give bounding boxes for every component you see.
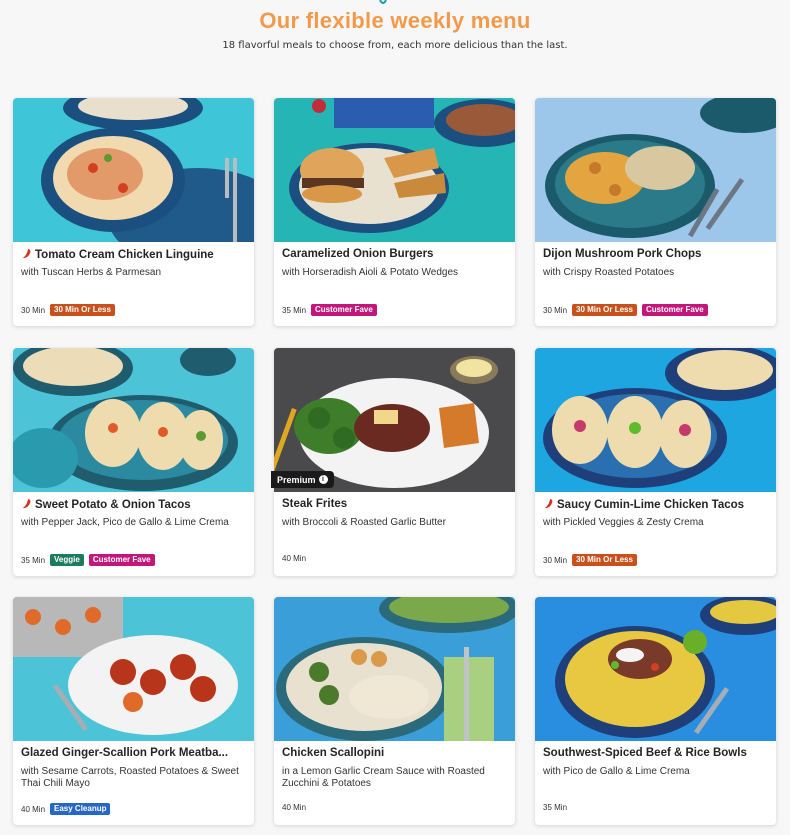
- recipe-meta: 35 Min Customer Fave: [282, 304, 377, 316]
- badge-30-min-or-less: 30 Min Or Less: [572, 554, 637, 566]
- recipe-title[interactable]: Steak Frites: [282, 498, 510, 510]
- recipe-card[interactable]: Sweet Potato & Onion Tacos with Pepper J…: [13, 348, 254, 576]
- recipe-subtitle: with Broccoli & Roasted Garlic Butter: [282, 517, 446, 528]
- recipe-subtitle: with Tuscan Herbs & Parmesan: [21, 267, 162, 278]
- recipe-subtitle: with Pepper Jack, Pico de Gallo & Lime C…: [21, 517, 229, 528]
- recipe-meta: 40 Min Easy Cleanup: [21, 803, 111, 815]
- recipe-subtitle: with Crispy Roasted Potatoes: [543, 267, 675, 278]
- recipe-card[interactable]: Dijon Mushroom Pork Chops with Crispy Ro…: [535, 98, 776, 326]
- badge-customer-fave: Customer Fave: [88, 554, 155, 566]
- cook-time: 35 Min: [21, 555, 46, 565]
- page-title: Our flexible weekly menu: [259, 8, 531, 33]
- recipe-image[interactable]: [535, 348, 776, 492]
- recipe-meta: 40 Min: [282, 803, 306, 812]
- badge-easy-cleanup: Easy Cleanup: [50, 803, 111, 815]
- recipe-image[interactable]: [535, 98, 776, 242]
- recipe-image[interactable]: [535, 597, 776, 741]
- recipe-meta: 30 Min 30 Min Or Less: [543, 554, 637, 566]
- badge-30-min-or-less: 30 Min Or Less: [572, 304, 637, 316]
- recipe-title[interactable]: Chicken Scallopini: [282, 747, 510, 759]
- recipe-subtitle: with Horseradish Aioli & Potato Wedges: [282, 267, 459, 278]
- recipe-photo-icon: [535, 597, 776, 741]
- info-icon[interactable]: i: [318, 475, 328, 484]
- recipe-card[interactable]: Southwest-Spiced Beef & Rice Bowls with …: [535, 597, 776, 825]
- recipe-meta: 30 Min 30 Min Or Less: [21, 304, 115, 316]
- recipe-meta: 35 Min Veggie Customer Fave: [21, 554, 155, 566]
- recipe-title[interactable]: Dijon Mushroom Pork Chops: [543, 248, 771, 260]
- recipe-card[interactable]: Glazed Ginger-Scallion Pork Meatba... wi…: [13, 597, 254, 825]
- recipe-title[interactable]: Sweet Potato & Onion Tacos: [21, 498, 249, 511]
- badge-veggie: Veggie: [50, 554, 84, 566]
- recipe-photo-icon: [13, 98, 254, 242]
- recipe-title[interactable]: Caramelized Onion Burgers: [282, 248, 510, 260]
- recipe-card[interactable]: Steak Frites with Broccoli & Roasted Gar…: [274, 348, 515, 576]
- spicy-chili-icon: [22, 248, 31, 259]
- recipe-card[interactable]: Chicken Scallopini in a Lemon Garlic Cre…: [274, 597, 515, 825]
- recipe-subtitle: in a Lemon Garlic Cream Sauce with Roast…: [282, 766, 485, 789]
- badge-customer-fave: Customer Fave: [641, 304, 708, 316]
- premium-tag[interactable]: Premium i: [271, 471, 334, 488]
- recipe-image[interactable]: [274, 597, 515, 741]
- recipe-image[interactable]: [13, 98, 254, 242]
- cook-time: 30 Min: [543, 555, 568, 565]
- recipe-subtitle: with Pickled Veggies & Zesty Crema: [543, 517, 704, 528]
- cook-time: 40 Min: [282, 554, 307, 563]
- recipe-meta: 35 Min: [543, 803, 567, 812]
- recipe-photo-icon: [535, 348, 776, 492]
- cook-time: 35 Min: [282, 305, 307, 315]
- recipe-card[interactable]: Tomato Cream Chicken Linguine with Tusca…: [13, 98, 254, 326]
- recipe-card[interactable]: Caramelized Onion Burgers with Horseradi…: [274, 98, 515, 326]
- recipe-image[interactable]: [274, 98, 515, 242]
- recipe-title[interactable]: Glazed Ginger-Scallion Pork Meatba...: [21, 747, 249, 759]
- badge-30-min-or-less: 30 Min Or Less: [50, 304, 115, 316]
- recipe-photo-icon: [535, 98, 776, 242]
- badge-customer-fave: Customer Fave: [311, 304, 377, 316]
- page-subtitle: 18 flavorful meals to choose from, each …: [222, 40, 568, 51]
- recipe-subtitle: with Sesame Carrots, Roasted Potatoes & …: [21, 766, 239, 789]
- cook-time: 40 Min: [21, 804, 46, 814]
- recipe-photo-icon: [13, 597, 254, 741]
- recipe-title[interactable]: Saucy Cumin-Lime Chicken Tacos: [543, 498, 771, 511]
- premium-label: Premium: [277, 474, 316, 485]
- cook-time: 35 Min: [543, 803, 568, 812]
- recipe-title[interactable]: Tomato Cream Chicken Linguine: [21, 248, 249, 261]
- recipe-photo-icon: [274, 597, 515, 741]
- decorative-squiggle-icon: [379, 0, 387, 4]
- cook-time: 30 Min: [543, 305, 568, 315]
- cook-time: 40 Min: [282, 803, 307, 812]
- recipe-card[interactable]: Saucy Cumin-Lime Chicken Tacos with Pick…: [535, 348, 776, 576]
- recipe-title[interactable]: Southwest-Spiced Beef & Rice Bowls: [543, 747, 771, 759]
- spicy-chili-icon: [22, 498, 31, 509]
- recipe-meta: 30 Min 30 Min Or Less Customer Fave: [543, 304, 708, 316]
- recipe-image[interactable]: [13, 348, 254, 492]
- recipe-photo-icon: [274, 98, 515, 242]
- recipe-meta: 40 Min: [282, 554, 306, 563]
- recipe-subtitle: with Pico de Gallo & Lime Crema: [543, 766, 690, 777]
- spicy-chili-icon: [544, 498, 553, 509]
- recipe-photo-icon: [13, 348, 254, 492]
- cook-time: 30 Min: [21, 305, 46, 315]
- recipe-image[interactable]: [13, 597, 254, 741]
